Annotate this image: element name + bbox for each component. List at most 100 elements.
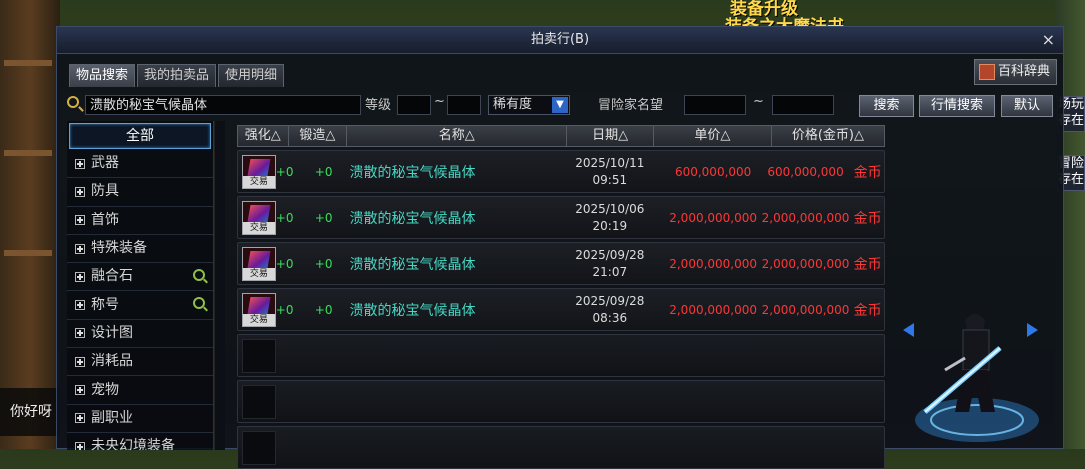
category-sub-profession[interactable]: 副职业 [67,405,213,433]
tab-usage-details[interactable]: 使用明细 [218,64,285,87]
category-weapon[interactable]: 武器 [67,150,213,179]
reset-default-button[interactable]: 默认 [1001,95,1053,117]
expand-icon[interactable] [75,243,85,254]
level-range-sep: ~ [434,94,445,109]
table-header: 强化△ 锻造△ 名称△ 日期△ 单价△ 价格(金币)△ [237,125,885,147]
table-row[interactable]: 交易 +0 +0 溃散的秘宝气候晶体 2025/09/28 08:36 2,000… [237,288,885,331]
unit-price: 2,000,000,000 [669,256,758,271]
search-icon [67,96,79,108]
item-name: 溃散的秘宝气候晶体 [349,164,476,181]
empty-item-slot [242,338,276,373]
category-special-equipment[interactable]: 特殊装备 [67,235,213,264]
category-armor[interactable]: 防具 [67,178,213,207]
item-name: 溃散的秘宝气候晶体 [349,302,476,319]
total-price: 2,000,000,000 [761,302,850,317]
category-blueprint[interactable]: 设计图 [67,320,213,349]
listing-date: 2025/10/06 20:19 [575,201,645,233]
trade-badge: 交易 [243,313,275,326]
empty-table-row [237,426,885,469]
enhance-value: +0 [275,164,294,179]
tab-bar: 物品搜索 我的拍卖品 使用明细 [69,64,285,87]
table-row[interactable]: 交易 +0 +0 溃散的秘宝气候晶体 2025/10/06 20:19 2,000… [237,196,885,239]
enhance-value: +0 [275,210,294,225]
tab-my-auctions[interactable]: 我的拍卖品 [137,64,217,87]
forge-value: +0 [314,256,333,271]
listing-date: 2025/09/28 21:07 [575,247,645,279]
item-icon[interactable]: 交易 [242,154,276,189]
category-pet[interactable]: 宠物 [67,376,213,405]
level-min-input[interactable] [397,95,431,115]
category-all[interactable]: 全部 [69,123,211,149]
market-search-button[interactable]: 行情搜索 [919,95,995,117]
character-portrait [915,314,1039,442]
level-label: 等级 [365,98,392,113]
unit-price: 2,000,000,000 [669,210,758,225]
table-row[interactable]: 交易 +0 +0 溃散的秘宝气候晶体 2025/10/11 09:51 600,0… [237,150,885,193]
rarity-select[interactable]: 稀有度 ▼ [488,95,570,115]
book-icon [978,64,995,80]
category-scrollbar[interactable] [214,121,225,450]
enhance-value: +0 [275,302,294,317]
item-name-input[interactable]: 溃散的秘宝气候晶体 [85,95,361,115]
window-title: 拍卖行(B) [530,32,590,47]
expand-icon[interactable] [75,300,85,311]
fame-min-input[interactable] [684,95,746,115]
forge-value: +0 [314,164,333,179]
category-title[interactable]: 称号 [67,291,213,320]
header-enhance[interactable]: 强化△ [238,126,289,146]
fame-max-input[interactable] [772,95,834,115]
category-accessory[interactable]: 首饰 [67,207,213,235]
table-row[interactable]: 交易 +0 +0 溃散的秘宝气候晶体 2025/09/28 21:07 2,000… [237,242,885,285]
item-name: 溃散的秘宝气候晶体 [349,210,476,227]
chevron-down-icon: ▼ [552,97,568,113]
tab-item-search[interactable]: 物品搜索 [69,64,136,87]
currency-label: 金币 [853,302,882,319]
currency-label: 金币 [853,256,882,273]
category-weiyang-equipment[interactable]: 未央幻境装备 [67,433,213,450]
search-row: 溃散的秘宝气候晶体 等级 ~ 稀有度 ▼ 冒险家名望 ~ 搜索 行情搜索 默认 [67,94,1057,117]
header-date[interactable]: 日期△ [567,126,654,146]
expand-icon[interactable] [75,271,85,282]
search-button[interactable]: 搜索 [859,95,914,117]
gem-icon [247,204,271,222]
enhance-value: +0 [275,256,294,271]
item-icon[interactable]: 交易 [242,246,276,281]
empty-item-slot [242,430,276,465]
header-forge[interactable]: 锻造△ [289,126,348,146]
category-fusion-stone[interactable]: 融合石 [67,263,213,292]
forge-value: +0 [314,302,333,317]
gem-icon [247,296,271,314]
header-unit-price[interactable]: 单价△ [654,126,772,146]
expand-icon[interactable] [75,356,85,367]
expand-icon[interactable] [75,413,85,424]
header-name[interactable]: 名称△ [347,126,568,146]
expand-icon[interactable] [75,186,85,197]
expand-icon[interactable] [75,158,85,169]
gem-icon [247,158,271,176]
trade-badge: 交易 [243,175,275,188]
gem-icon [247,250,271,268]
expand-icon[interactable] [75,328,85,339]
item-icon[interactable]: 交易 [242,200,276,235]
empty-item-slot [242,384,276,419]
level-max-input[interactable] [447,95,481,115]
header-price[interactable]: 价格(金币)△ [772,126,884,146]
currency-label: 金币 [853,164,882,181]
close-icon[interactable]: × [1042,27,1055,53]
total-price: 600,000,000 [767,164,844,179]
encyclopedia-button[interactable]: 百科辞典 [973,59,1057,85]
total-price: 2,000,000,000 [761,256,850,271]
window-titlebar[interactable]: 拍卖行(B) × [57,27,1063,54]
zoom-in-icon[interactable] [193,269,205,282]
item-name: 溃散的秘宝气候晶体 [349,256,476,273]
fame-range-sep: ~ [753,94,764,109]
trade-badge: 交易 [243,221,275,234]
zoom-in-icon[interactable] [193,297,205,310]
expand-icon[interactable] [75,385,85,396]
expand-icon[interactable] [75,215,85,226]
item-icon[interactable]: 交易 [242,292,276,327]
background-bookshelf [0,0,60,449]
total-price: 2,000,000,000 [761,210,850,225]
results-table: 强化△ 锻造△ 名称△ 日期△ 单价△ 价格(金币)△ 交易 +0 +0 溃散的… [237,125,885,469]
category-consumable[interactable]: 消耗品 [67,348,213,377]
